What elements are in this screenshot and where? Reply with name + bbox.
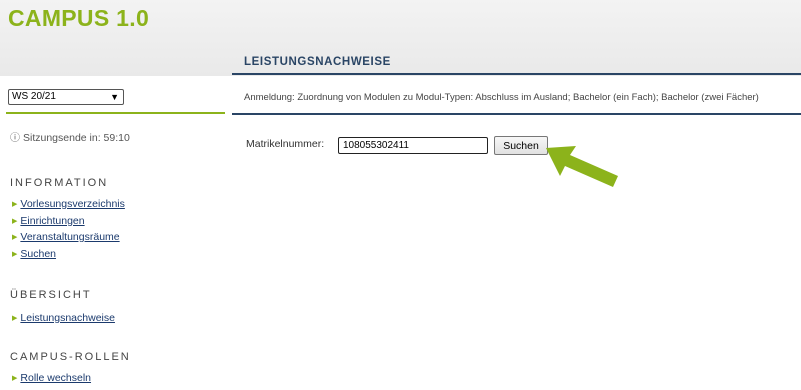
green-arrow-icon xyxy=(546,146,618,187)
section-title-campus-rollen: CAMPUS-ROLLEN xyxy=(10,351,131,363)
bullet-triangle-icon: ▶ xyxy=(12,234,18,241)
bullet-triangle-icon: ▶ xyxy=(12,250,18,258)
bullet-triangle-icon: ▶ xyxy=(12,375,18,382)
nav-link-leistungsnachweise[interactable]: Leistungsnachweise xyxy=(20,312,115,324)
nav-list-information: ▶ Vorlesungsverzeichnis ▶ Einrichtungen ▶ V… xyxy=(12,196,125,262)
content-divider xyxy=(232,113,801,115)
nav-item-einrichtungen[interactable]: ▶ Einrichtungen xyxy=(12,213,125,230)
app-logo: CAMPUS 1.0 xyxy=(8,5,150,31)
nav-link-einrichtungen[interactable]: Einrichtungen xyxy=(20,215,84,227)
nav-link-veranstaltungsraeume[interactable]: Veranstaltungsräume xyxy=(20,231,119,243)
semester-select[interactable]: WS 20/21 ▼ xyxy=(8,89,124,105)
bullet-triangle-icon: ▶ xyxy=(12,217,18,225)
nav-item-rolle-wechseln[interactable]: ▶ Rolle wechseln xyxy=(12,370,91,387)
matrikelnummer-input[interactable] xyxy=(338,137,488,154)
header-bar: CAMPUS 1.0 xyxy=(0,0,801,76)
chevron-down-icon: ▼ xyxy=(110,92,119,102)
nav-item-veranstaltungsraeume[interactable]: ▶ Veranstaltungsräume xyxy=(12,229,125,246)
nav-link-rolle-wechseln[interactable]: Rolle wechseln xyxy=(20,372,91,384)
nav-link-vorlesungsverzeichnis[interactable]: Vorlesungsverzeichnis xyxy=(20,198,124,210)
nav-item-vorlesungsverzeichnis[interactable]: ▶ Vorlesungsverzeichnis xyxy=(12,196,125,213)
session-timer: ⓘ Sitzungsende in: 59:10 xyxy=(10,129,130,144)
nav-link-suchen[interactable]: Suchen xyxy=(20,248,56,260)
session-text: Sitzungsende in: 59:10 xyxy=(23,132,130,144)
nav-list-campus-rollen: ▶ Rolle wechseln xyxy=(12,370,91,387)
page-title: LEISTUNGSNACHWEISE xyxy=(244,56,391,68)
section-title-information: INFORMATION xyxy=(10,177,109,189)
section-title-uebersicht: ÜBERSICHT xyxy=(10,289,92,301)
info-icon: ⓘ xyxy=(10,133,20,144)
title-divider xyxy=(232,73,801,75)
bullet-triangle-icon: ▶ xyxy=(12,201,18,208)
nav-item-suchen[interactable]: ▶ Suchen xyxy=(12,246,125,263)
matrikelnummer-label: Matrikelnummer: xyxy=(246,138,325,150)
sidebar-divider xyxy=(6,112,225,114)
nav-list-uebersicht: ▶ Leistungsnachweise xyxy=(12,310,115,327)
bullet-triangle-icon: ▶ xyxy=(12,315,18,322)
nav-item-leistungsnachweise[interactable]: ▶ Leistungsnachweise xyxy=(12,310,115,327)
semester-select-value: WS 20/21 xyxy=(12,91,56,102)
anmeldung-info: Anmeldung: Zuordnung von Modulen zu Modu… xyxy=(244,92,759,103)
